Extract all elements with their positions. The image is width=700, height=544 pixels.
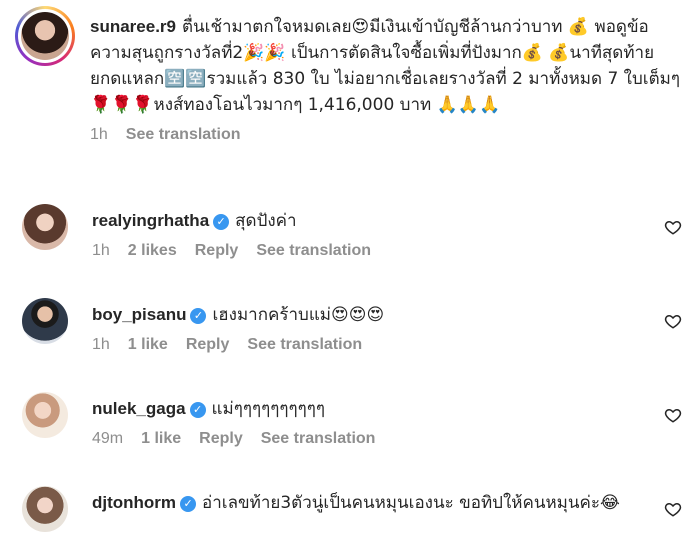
comment-likes[interactable]: 1 like xyxy=(128,336,168,354)
comment-meta: 1h 2 likes Reply See translation xyxy=(92,242,652,260)
caption-avatar[interactable] xyxy=(15,6,75,66)
heart-outline-icon[interactable] xyxy=(664,312,682,330)
reply-button[interactable]: Reply xyxy=(186,336,230,354)
verified-badge-icon: ✓ xyxy=(213,214,230,230)
comment-body: nulek_gaga ✓ แม่ๆๆๆๆๆๆๆๆๆๆ 49m 1 like Repl… xyxy=(92,396,652,448)
comment-text: เฮงมากคร้าบแม่😍😍😍 xyxy=(212,305,385,325)
comment-username[interactable]: nulek_gaga xyxy=(92,399,186,418)
caption-time[interactable]: 1h xyxy=(90,126,108,144)
comment-body: realyingrhatha ✓ สุดปังค่า 1h 2 likes Repl… xyxy=(92,208,652,260)
verified-badge-icon: ✓ xyxy=(180,496,197,512)
commenter-avatar[interactable] xyxy=(22,486,68,532)
heart-outline-icon[interactable] xyxy=(664,500,682,518)
comment-likes[interactable]: 1 like xyxy=(141,430,181,448)
comment-text: สุดปังค่า xyxy=(235,211,297,230)
comment-body: boy_pisanu ✓ เฮงมากคร้าบแม่😍😍😍 1h 1 like R… xyxy=(92,302,652,354)
see-translation-button[interactable]: See translation xyxy=(261,430,376,448)
caption-body: sunaree.r9 ตื่นเช้ามาตกใจหมดเลย😍มีเงินเข้… xyxy=(90,14,680,144)
comment-text: แม่ๆๆๆๆๆๆๆๆๆๆ xyxy=(211,399,326,418)
comment-time[interactable]: 1h xyxy=(92,242,110,260)
see-translation-button[interactable]: See translation xyxy=(256,242,371,260)
commenter-avatar[interactable] xyxy=(22,392,68,438)
comment-text: อ่าเลขท้าย3ตัวนู่เป็นคนหมุนเองนะ ขอทิปให… xyxy=(202,493,620,513)
comment-username[interactable]: realyingrhatha xyxy=(92,211,209,230)
heart-outline-icon[interactable] xyxy=(664,406,682,424)
verified-badge-icon: ✓ xyxy=(190,308,207,324)
comment-likes[interactable]: 2 likes xyxy=(128,242,177,260)
heart-outline-icon[interactable] xyxy=(664,218,682,236)
comment-time[interactable]: 49m xyxy=(92,430,123,448)
comment-meta: 1h 1 like Reply See translation xyxy=(92,336,652,354)
caption-text-block: sunaree.r9 ตื่นเช้ามาตกใจหมดเลย😍มีเงินเข้… xyxy=(90,14,680,118)
reply-button[interactable]: Reply xyxy=(199,430,243,448)
caption-username[interactable]: sunaree.r9 xyxy=(90,17,176,36)
comment-username[interactable]: djtonhorm xyxy=(92,493,176,512)
see-translation-button[interactable]: See translation xyxy=(247,336,362,354)
commenter-avatar[interactable] xyxy=(22,204,68,250)
verified-badge-icon: ✓ xyxy=(189,402,206,418)
comment-username[interactable]: boy_pisanu xyxy=(92,305,186,324)
comment-meta: 49m 1 like Reply See translation xyxy=(92,430,652,448)
commenter-avatar[interactable] xyxy=(22,298,68,344)
comment-body: djtonhorm ✓ อ่าเลขท้าย3ตัวนู่เป็นคนหมุนเอง… xyxy=(92,490,652,516)
reply-button[interactable]: Reply xyxy=(195,242,239,260)
caption-see-translation[interactable]: See translation xyxy=(126,126,241,144)
caption-meta: 1h See translation xyxy=(90,126,680,144)
comment-time[interactable]: 1h xyxy=(92,336,110,354)
caption-text: ตื่นเช้ามาตกใจหมดเลย😍มีเงินเข้าบัญชีล้าน… xyxy=(90,17,680,115)
